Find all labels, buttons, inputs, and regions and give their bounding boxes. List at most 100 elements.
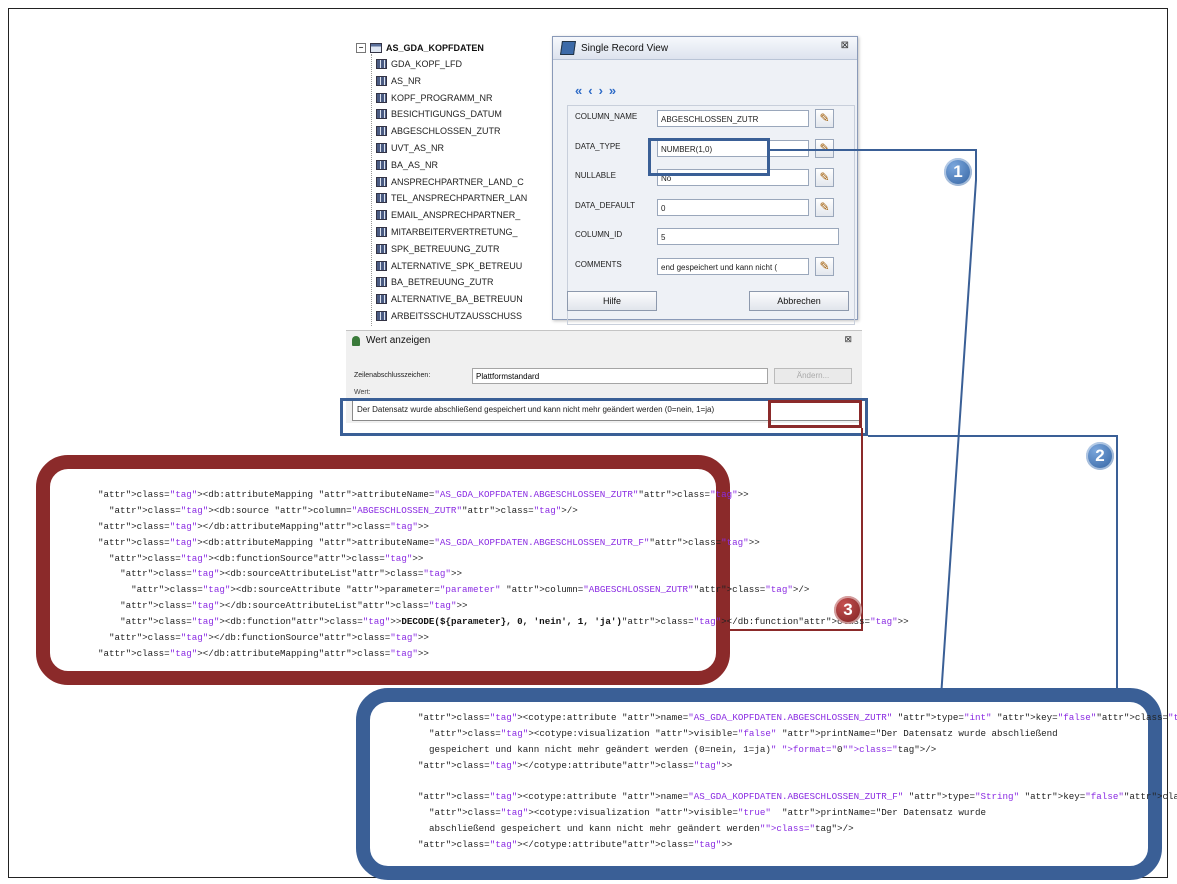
value-highlight-red xyxy=(768,400,862,428)
step-badge-1: 1 xyxy=(944,158,972,186)
step-badge-2: 2 xyxy=(1086,442,1114,470)
last-record-icon[interactable]: » xyxy=(609,83,616,98)
tree-column-label: BA_AS_NR xyxy=(391,159,439,170)
property-value-field[interactable]: end gespeichert und kann nicht ( xyxy=(657,257,809,275)
code-line: "attr">class="tag"></db:attributeMapping… xyxy=(98,520,429,532)
tree-column-item[interactable]: KOPF_PROGRAMM_NR xyxy=(376,90,493,106)
edit-pencil-icon[interactable]: ✎ xyxy=(815,138,834,158)
code-line: "attr">class="tag"></cotype:attribute"at… xyxy=(418,759,733,771)
column-icon xyxy=(376,109,387,120)
tree-column-item[interactable]: ABGESCHLOSSEN_ZUTR xyxy=(376,123,501,139)
cancel-button[interactable]: Abbrechen xyxy=(749,291,849,311)
code-line: "attr">class="tag"><db:attributeMapping … xyxy=(98,489,749,500)
tree-column-item[interactable]: UVT_AS_NR xyxy=(376,140,444,156)
property-value-field[interactable]: ABGESCHLOSSEN_ZUTR xyxy=(657,110,809,127)
tree-column-label: SPK_BETREUUNG_ZUTR xyxy=(391,243,500,254)
property-row: COLUMN_NAME ABGESCHLOSSEN_ZUTR ✎ xyxy=(569,107,841,131)
tree-column-label: BA_BETREUUNG_ZUTR xyxy=(391,277,494,288)
tree-column-item[interactable]: ANSPRECHPARTNER_LAND_C xyxy=(376,174,524,190)
record-navigation: « ‹ › » xyxy=(575,83,616,98)
step-badge-3: 3 xyxy=(834,596,862,624)
next-record-icon[interactable]: › xyxy=(599,83,603,98)
show-value-title: Wert anzeigen xyxy=(366,335,431,346)
show-value-title-row: Wert anzeigen xyxy=(352,335,430,346)
property-label: COLUMN_ID xyxy=(575,230,623,239)
line-end-field[interactable]: Plattformstandard xyxy=(472,368,768,384)
column-icon xyxy=(376,210,387,221)
property-value-field[interactable]: 5 xyxy=(657,228,839,245)
property-label: COLUMN_NAME xyxy=(575,112,638,121)
tree-column-item[interactable]: EMAIL_ANSPRECHPARTNER_ xyxy=(376,207,520,223)
tree-column-item[interactable]: BA_BETREUUNG_ZUTR xyxy=(376,274,494,290)
column-icon xyxy=(376,59,387,69)
column-icon xyxy=(376,126,387,137)
dialog-title: Single Record View xyxy=(581,42,669,54)
tree-column-label: EMAIL_ANSPRECHPARTNER_ xyxy=(391,210,521,221)
dialog-titlebar[interactable]: Single Record View xyxy=(553,37,857,60)
property-row: COLUMN_ID 5 xyxy=(569,225,841,249)
code-line: "attr">class="tag"></cotype:attribute"at… xyxy=(418,839,733,851)
cotype-attribute-box: "attr">class="tag"><cotype:attribute "at… xyxy=(356,688,1177,880)
column-icon xyxy=(376,277,387,288)
close-icon[interactable]: ⊠ xyxy=(844,334,852,345)
tree-column-item[interactable]: TEL_ANSPRECHPARTNER_LAN xyxy=(376,190,527,206)
property-value-field[interactable]: 0 xyxy=(657,198,809,216)
edit-pencil-icon[interactable]: ✎ xyxy=(815,197,834,217)
tree-column-item[interactable]: BESICHTIGUNGS_DATUM xyxy=(376,106,502,122)
column-icon xyxy=(376,159,387,170)
data-type-highlight xyxy=(648,138,770,176)
tree-column-item[interactable]: SPK_BETREUUNG_ZUTR xyxy=(376,241,500,257)
code-line: gespeichert und kann nicht mehr geändert… xyxy=(418,743,937,755)
code-line: "attr">class="tag"></db:sourceAttributeL… xyxy=(120,600,468,612)
column-icon xyxy=(376,311,387,321)
help-button[interactable]: Hilfe xyxy=(567,291,657,311)
property-label: COMMENTS xyxy=(575,259,622,269)
code-line: "attr">class="tag"><cotype:visualization… xyxy=(429,807,986,819)
code-line: "attr">class="tag"><db:function"attr">cl… xyxy=(120,616,909,628)
tree-column-label: ALTERNATIVE_SPK_BETREUU xyxy=(391,260,523,271)
record-view-icon xyxy=(560,41,576,55)
first-record-icon[interactable]: « xyxy=(575,83,582,98)
code-line: "attr">class="tag"><db:sourceAttribute "… xyxy=(131,584,810,596)
edit-pencil-icon[interactable]: ✎ xyxy=(815,256,834,276)
previous-record-icon[interactable]: ‹ xyxy=(588,83,592,98)
value-label: Wert: xyxy=(354,389,371,396)
code-line: "attr">class="tag"><cotype:attribute "at… xyxy=(418,791,1177,803)
tree-column-label: UVT_AS_NR xyxy=(391,143,445,153)
db-mapping-box: "attr">class="tag"><db:attributeMapping … xyxy=(36,455,909,685)
tree-column-item[interactable]: ALTERNATIVE_SPK_BETREUU xyxy=(376,258,522,274)
column-icon xyxy=(376,294,387,305)
tree-root-node[interactable]: − AS_GDA_KOPFDATEN xyxy=(356,40,484,56)
column-icon xyxy=(376,176,387,187)
property-row: DATA_DEFAULT 0 ✎ xyxy=(569,196,841,220)
close-icon[interactable]: ⊠ xyxy=(841,40,849,51)
tree-column-item[interactable]: ARBEITSSCHUTZAUSSCHUSS xyxy=(376,308,522,324)
property-label: DATA_DEFAULT xyxy=(575,200,636,210)
tree-column-item[interactable]: MITARBEITERVERTRETUNG_ xyxy=(376,224,518,240)
tree-column-item[interactable]: GDA_KOPF_LFD xyxy=(376,56,462,72)
db-mapping-code: "attr">class="tag"><db:attributeMapping … xyxy=(98,487,909,662)
tree-root-label: AS_GDA_KOPFDATEN xyxy=(386,43,484,53)
property-row: COMMENTS end gespeichert und kann nicht (… xyxy=(569,255,841,279)
property-label: NULLABLE xyxy=(575,171,616,180)
edit-pencil-icon[interactable]: ✎ xyxy=(815,109,834,128)
column-icon xyxy=(376,227,387,237)
column-icon xyxy=(376,243,387,254)
change-button[interactable]: Ändern... xyxy=(774,368,852,384)
schema-tree[interactable]: − AS_GDA_KOPFDATEN GDA_KOPF_LFD AS_NR KOPF… xyxy=(352,38,562,328)
code-line: "attr">class="tag"><db:source "attr">col… xyxy=(109,504,578,516)
column-icon xyxy=(376,143,387,153)
tree-column-label: GDA_KOPF_LFD xyxy=(391,59,463,69)
tree-column-item[interactable]: BA_AS_NR xyxy=(376,157,438,173)
code-line: "attr">class="tag"><cotype:attribute "at… xyxy=(418,712,1177,723)
column-icon xyxy=(376,75,387,86)
tree-column-label: ALTERNATIVE_BA_BETREUUN xyxy=(391,294,523,305)
edit-pencil-icon[interactable]: ✎ xyxy=(815,168,834,187)
code-line: "attr">class="tag"></db:attributeMapping… xyxy=(98,647,429,659)
collapse-icon[interactable]: − xyxy=(356,43,366,53)
column-icon xyxy=(376,92,387,103)
tree-column-item[interactable]: ALTERNATIVE_BA_BETREUUN xyxy=(376,291,523,307)
table-icon xyxy=(370,43,382,53)
tree-column-item[interactable]: AS_NR xyxy=(376,73,421,89)
